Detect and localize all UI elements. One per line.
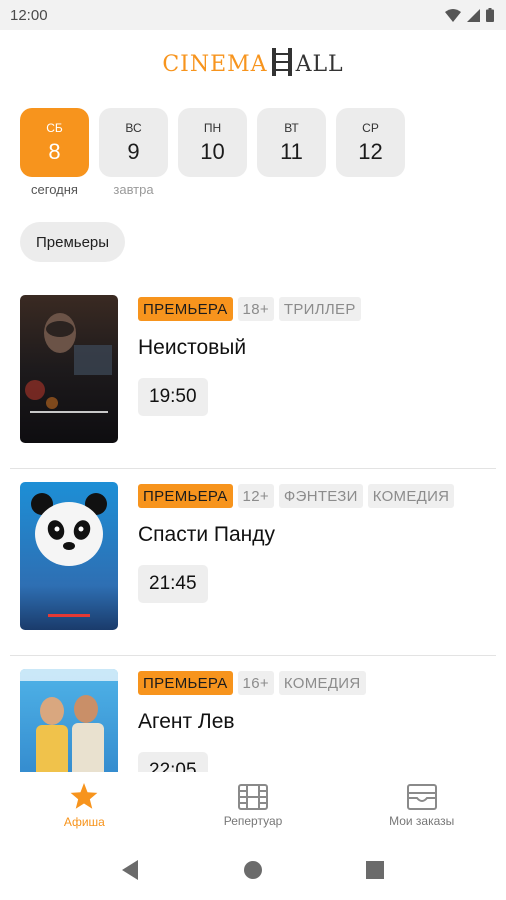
app-logo: CINEMA ALL — [0, 46, 506, 82]
genre-tag: ФЭНТЕЗИ — [278, 484, 363, 508]
nav-my-orders[interactable]: Мои заказы — [337, 772, 506, 840]
premieres-filter-chip[interactable]: Премьеры — [20, 222, 126, 262]
premiere-tag: ПРЕМЬЕРА — [138, 671, 233, 695]
movie-poster[interactable] — [20, 295, 118, 443]
movie-card[interactable]: ПРЕМЬЕРА 16+ КОМЕДИЯ Агент Лев 22:05 — [0, 656, 506, 772]
date-chip-tue[interactable]: ВТ 11 — [257, 108, 326, 177]
movie-tags: ПРЕМЬЕРА 18+ ТРИЛЛЕР — [138, 297, 361, 321]
date-chip-wed[interactable]: СР 12 — [336, 108, 405, 177]
date-weekday: СБ — [46, 120, 63, 135]
showtime-button[interactable]: 21:45 — [138, 565, 208, 603]
nav-repertuar[interactable]: Репертуар — [169, 772, 338, 840]
system-navigation-bar — [0, 840, 506, 900]
date-item: ВС 9 завтра — [99, 108, 168, 198]
status-bar: 12:00 — [0, 0, 506, 30]
age-rating-tag: 12+ — [237, 484, 274, 508]
date-sublabel: завтра — [113, 182, 154, 197]
age-rating-tag: 16+ — [237, 671, 274, 695]
date-weekday: СР — [362, 120, 379, 135]
date-weekday: ВТ — [284, 120, 299, 135]
star-icon — [70, 783, 98, 809]
movie-card[interactable]: ПРЕМЬЕРА 12+ ФЭНТЕЗИ КОМЕДИЯ Спасти Панд… — [0, 469, 506, 656]
date-item: СР 12 — [336, 108, 405, 198]
date-item: ПН 10 — [178, 108, 247, 198]
nav-label: Мои заказы — [389, 814, 455, 828]
logo-hall-text: ALL — [295, 51, 344, 77]
showtime-button[interactable]: 19:50 — [138, 378, 208, 416]
premiere-tag: ПРЕМЬЕРА — [138, 297, 233, 321]
date-day: 8 — [48, 138, 61, 164]
orders-icon — [406, 784, 437, 810]
movie-tags: ПРЕМЬЕРА 16+ КОМЕДИЯ — [138, 671, 366, 695]
movie-tags: ПРЕМЬЕРА 12+ ФЭНТЕЗИ КОМЕДИЯ — [138, 484, 455, 508]
date-weekday: ПН — [203, 120, 222, 135]
wifi-icon — [445, 8, 461, 22]
date-day: 9 — [127, 138, 140, 164]
movie-list: ПРЕМЬЕРА 18+ ТРИЛЛЕР Неистовый 19:50 ПРЕ… — [0, 282, 506, 772]
date-selector: СБ 8 сегодня ВС 9 завтра ПН 10 ВТ 11 СР … — [20, 108, 405, 198]
premiere-tag: ПРЕМЬЕРА — [138, 484, 233, 508]
nav-label: Репертуар — [223, 814, 283, 828]
logo-cinema-text: CINEMA — [162, 51, 268, 77]
date-chip-sun[interactable]: ВС 9 — [99, 108, 168, 177]
battery-icon — [486, 8, 494, 22]
signal-icon — [467, 8, 480, 22]
date-day: 11 — [280, 138, 303, 164]
date-day: 12 — [358, 138, 383, 164]
movie-title[interactable]: Спасти Панду — [138, 523, 275, 547]
date-sublabel: сегодня — [31, 182, 78, 197]
date-chip-mon[interactable]: ПН 10 — [178, 108, 247, 177]
nav-afisha[interactable]: Афиша — [0, 772, 169, 840]
bottom-navigation: Афиша Репертуар Мои заказы — [0, 772, 506, 840]
movie-title[interactable]: Неистовый — [138, 336, 246, 360]
movie-poster[interactable] — [20, 669, 118, 772]
genre-tag: ТРИЛЛЕР — [278, 297, 361, 321]
status-time: 12:00 — [10, 6, 48, 24]
movie-poster[interactable] — [20, 482, 118, 630]
date-day: 10 — [200, 138, 225, 164]
genre-tag: КОМЕДИЯ — [278, 671, 366, 695]
movie-card[interactable]: ПРЕМЬЕРА 18+ ТРИЛЛЕР Неистовый 19:50 — [0, 282, 506, 469]
home-icon[interactable] — [243, 860, 263, 880]
nav-label: Афиша — [63, 815, 105, 829]
recents-icon[interactable] — [366, 861, 385, 879]
logo-h-icon — [270, 47, 294, 82]
genre-tag: КОМЕДИЯ — [367, 484, 455, 508]
date-item: СБ 8 сегодня — [20, 108, 89, 198]
status-icons — [445, 8, 494, 22]
age-rating-tag: 18+ — [237, 297, 274, 321]
showtime-button[interactable]: 22:05 — [138, 752, 208, 772]
back-icon[interactable] — [121, 860, 140, 880]
date-item: ВТ 11 — [257, 108, 326, 198]
film-icon — [238, 784, 268, 810]
date-weekday: ВС — [125, 120, 142, 135]
date-chip-sat[interactable]: СБ 8 — [20, 108, 89, 177]
movie-title[interactable]: Агент Лев — [138, 710, 235, 734]
